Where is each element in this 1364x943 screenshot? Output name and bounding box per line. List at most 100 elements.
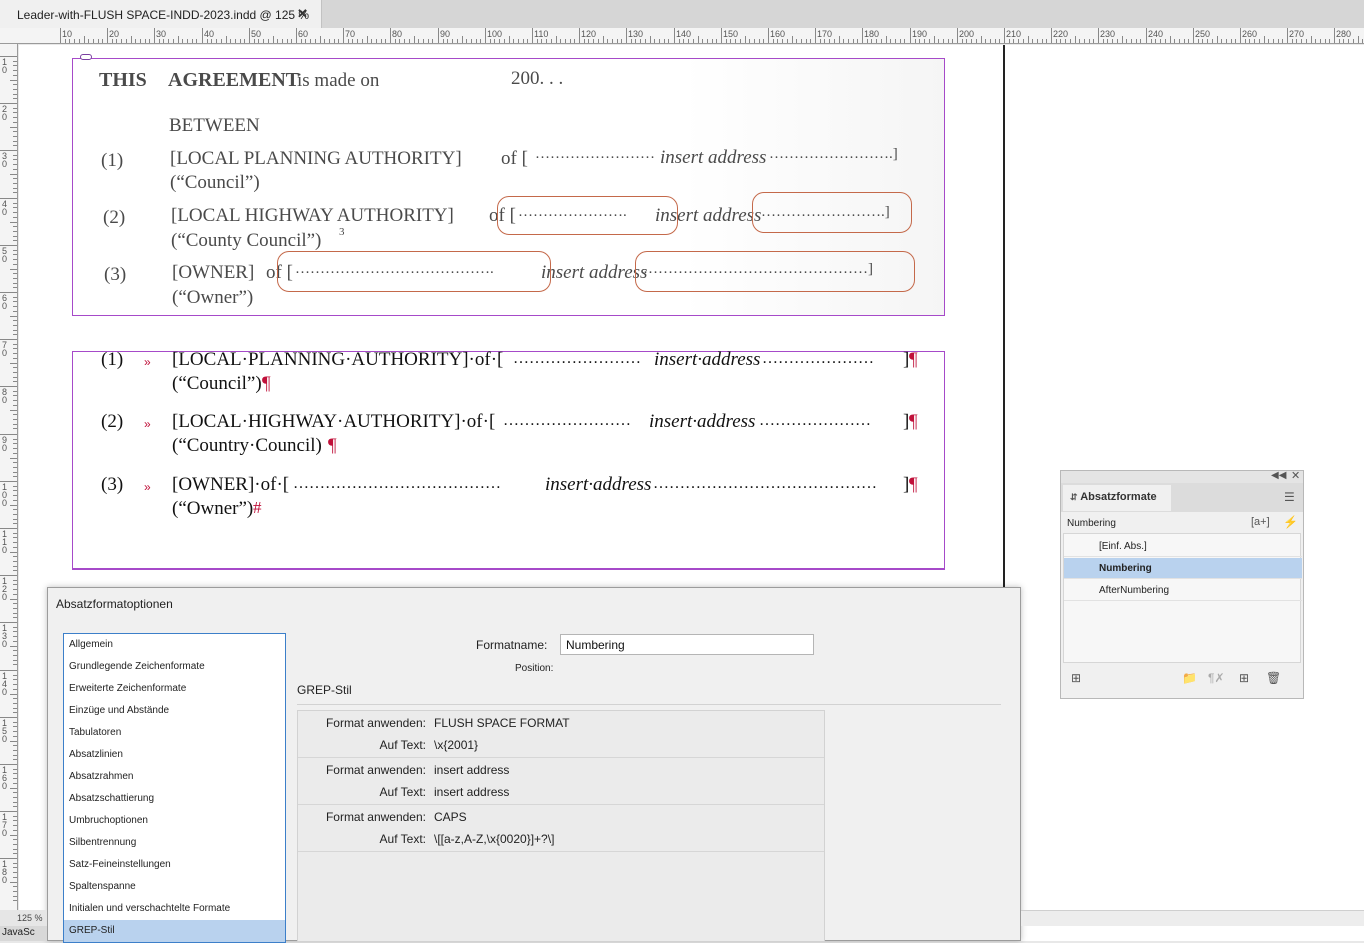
ruler-minor-tick <box>13 698 17 699</box>
ruler-minor-tick <box>277 39 278 43</box>
ruler-minor-tick <box>348 39 349 43</box>
script-panel-tab[interactable]: JavaSc <box>0 926 47 941</box>
ruler-major-tick <box>154 28 155 43</box>
category-grundlegende-zeichenformate[interactable]: Grundlegende Zeichenformate <box>64 656 285 678</box>
new-style-icon[interactable]: ⊞ <box>1239 671 1249 685</box>
clear-overrides-icon[interactable]: ¶✗ <box>1208 671 1225 685</box>
ruler-minor-tick <box>1151 39 1152 43</box>
on-text-label: Auf Text: <box>379 738 426 752</box>
ruler-minor-tick <box>334 39 335 43</box>
category-allgemein[interactable]: Allgemein <box>64 634 285 656</box>
format-name-input[interactable]: Numbering <box>560 634 814 655</box>
ruler-minor-tick <box>13 486 17 487</box>
ruler-minor-tick <box>13 802 17 803</box>
scanned-image-frame[interactable]: THIS AGREEMENT is made on 200. . . BETWE… <box>72 58 945 316</box>
ruler-minor-tick <box>13 203 17 204</box>
ruler-minor-tick <box>1296 39 1297 43</box>
category-grep-stil[interactable]: GREP-Stil <box>64 920 285 942</box>
ruler-minor-tick <box>13 617 17 618</box>
ruler-minor-tick <box>915 39 916 43</box>
scan-row3-party: [OWNER] <box>172 262 255 283</box>
collapse-panel-icon[interactable]: ◀◀ <box>1271 470 1286 481</box>
ruler-minor-tick <box>929 39 930 43</box>
style-item-afternumbering[interactable]: AfterNumbering <box>1064 580 1302 601</box>
panel-tab-absatzformate[interactable]: ⇵ Absatzformate <box>1063 485 1171 511</box>
grep-style-entry[interactable]: Format anwenden: insert address Auf Text… <box>298 758 824 805</box>
annotation-circle <box>277 251 551 292</box>
grep-style-entry[interactable]: Format anwenden: CAPS Auf Text: \[[a-z,A… <box>298 805 824 852</box>
ruler-label: 70 <box>2 340 8 358</box>
style-item-einf-abs[interactable]: [Einf. Abs.] <box>1064 536 1302 557</box>
ruler-minor-tick <box>13 334 17 335</box>
delete-style-icon[interactable]: 🗑 <box>1266 671 1281 685</box>
category-tabulatoren[interactable]: Tabulatoren <box>64 722 285 744</box>
vertical-ruler[interactable]: 10 20 30 40 50 60 70 80 90 100 110 120 130 140 150 160 1… <box>0 44 18 941</box>
section-divider <box>297 704 1001 705</box>
ruler-minor-tick <box>754 39 755 43</box>
category-absatzschattierung[interactable]: Absatzschattierung <box>64 788 285 810</box>
ruler-label: 240 <box>1148 29 1164 39</box>
close-panel-icon[interactable]: ✕ <box>1291 469 1300 482</box>
ruler-minor-tick <box>329 39 330 43</box>
ruler-minor-tick <box>13 358 17 359</box>
document-tab-title: Leader-with-FLUSH SPACE-INDD-2023.indd @… <box>17 8 310 22</box>
ruler-minor-tick <box>10 80 17 81</box>
ruler-major-tick <box>626 28 627 43</box>
ruler-minor-tick <box>527 39 528 43</box>
category-initialen[interactable]: Initialen und verschachtelte Formate <box>64 898 285 920</box>
style-item-numbering[interactable]: Numbering <box>1064 558 1302 579</box>
apply-format-label: Format anwenden: <box>325 763 426 777</box>
ruler-minor-tick <box>13 664 17 665</box>
apply-format-value[interactable]: insert address <box>434 763 509 777</box>
tab-marker: » <box>144 417 151 431</box>
ruler-minor-tick <box>13 731 17 732</box>
grep-style-entry[interactable]: Format anwenden: FLUSH SPACE FORMAT Auf … <box>298 711 824 758</box>
category-absatzrahmen[interactable]: Absatzrahmen <box>64 766 285 788</box>
category-satz-feineinstellungen[interactable]: Satz-Feineinstellungen <box>64 854 285 876</box>
new-group-folder-icon[interactable]: 📁 <box>1182 671 1197 685</box>
panel-menu-icon[interactable]: ☰ <box>1284 490 1295 504</box>
ruler-major-tick <box>957 28 958 43</box>
category-absatzlinien[interactable]: Absatzlinien <box>64 744 285 766</box>
category-spaltenspanne[interactable]: Spaltenspanne <box>64 876 285 898</box>
ruler-minor-tick <box>13 797 17 798</box>
ruler-minor-tick <box>13 689 17 690</box>
category-umbruchoptionen[interactable]: Umbruchoptionen <box>64 810 285 832</box>
horizontal-scrollbar[interactable] <box>1021 910 1364 926</box>
load-styles-icon[interactable]: ⊞ <box>1071 671 1081 685</box>
apply-format-value[interactable]: FLUSH SPACE FORMAT <box>434 716 570 730</box>
format-name-label: Formatname: <box>476 638 548 652</box>
ruler-label: 170 <box>817 29 833 39</box>
document-tab[interactable]: Leader-with-FLUSH SPACE-INDD-2023.indd @… <box>0 0 322 28</box>
dialog-title: Absatzformatoptionen <box>56 597 173 611</box>
ruler-minor-tick <box>258 39 259 43</box>
scan-row2-party: [LOCAL HIGHWAY AUTHORITY] <box>171 205 454 226</box>
on-text-value[interactable]: \[[a-z,A-Z,\x{0020}]+?\] <box>434 832 554 846</box>
on-text-value[interactable]: \x{2001} <box>434 738 478 752</box>
text-row2-party: [LOCAL·HIGHWAY·AUTHORITY]·of·[ <box>172 411 496 432</box>
tab-close-icon[interactable]: ✕ <box>297 6 308 22</box>
ruler-minor-tick <box>13 236 17 237</box>
category-silbentrennung[interactable]: Silbentrennung <box>64 832 285 854</box>
ruler-minor-tick <box>13 287 17 288</box>
apply-format-value[interactable]: CAPS <box>434 810 467 824</box>
category-erweiterte-zeichenformate[interactable]: Erweiterte Zeichenformate <box>64 678 285 700</box>
text-frame[interactable]: (1) » [LOCAL·PLANNING·AUTHORITY]·of·[ ……… <box>72 349 945 569</box>
frame-anchor-icon[interactable] <box>80 54 92 60</box>
ruler-minor-tick <box>338 39 339 43</box>
pilcrow-mark: ¶ <box>909 474 918 495</box>
ruler-minor-tick <box>981 36 982 43</box>
horizontal-ruler[interactable]: 10 20 30 40 50 60 70 80 90 100 110 120 130 140 150 160 1… <box>0 28 1364 44</box>
ruler-minor-tick <box>13 250 17 251</box>
ruler-minor-tick <box>796 39 797 43</box>
ruler-minor-tick <box>985 39 986 43</box>
ruler-minor-tick <box>13 467 17 468</box>
ruler-minor-tick <box>1273 39 1274 43</box>
ruler-minor-tick <box>13 164 17 165</box>
zoom-level[interactable]: 125 % <box>0 910 47 926</box>
on-text-value[interactable]: insert address <box>434 785 509 799</box>
new-style-from-selection-icon[interactable]: [a+] <box>1251 516 1270 528</box>
category-einzuege-und-abstaende[interactable]: Einzüge und Abstände <box>64 700 285 722</box>
quick-apply-icon[interactable]: ⚡ <box>1283 515 1298 529</box>
text-row3-short: (“Owner”) <box>172 498 254 519</box>
